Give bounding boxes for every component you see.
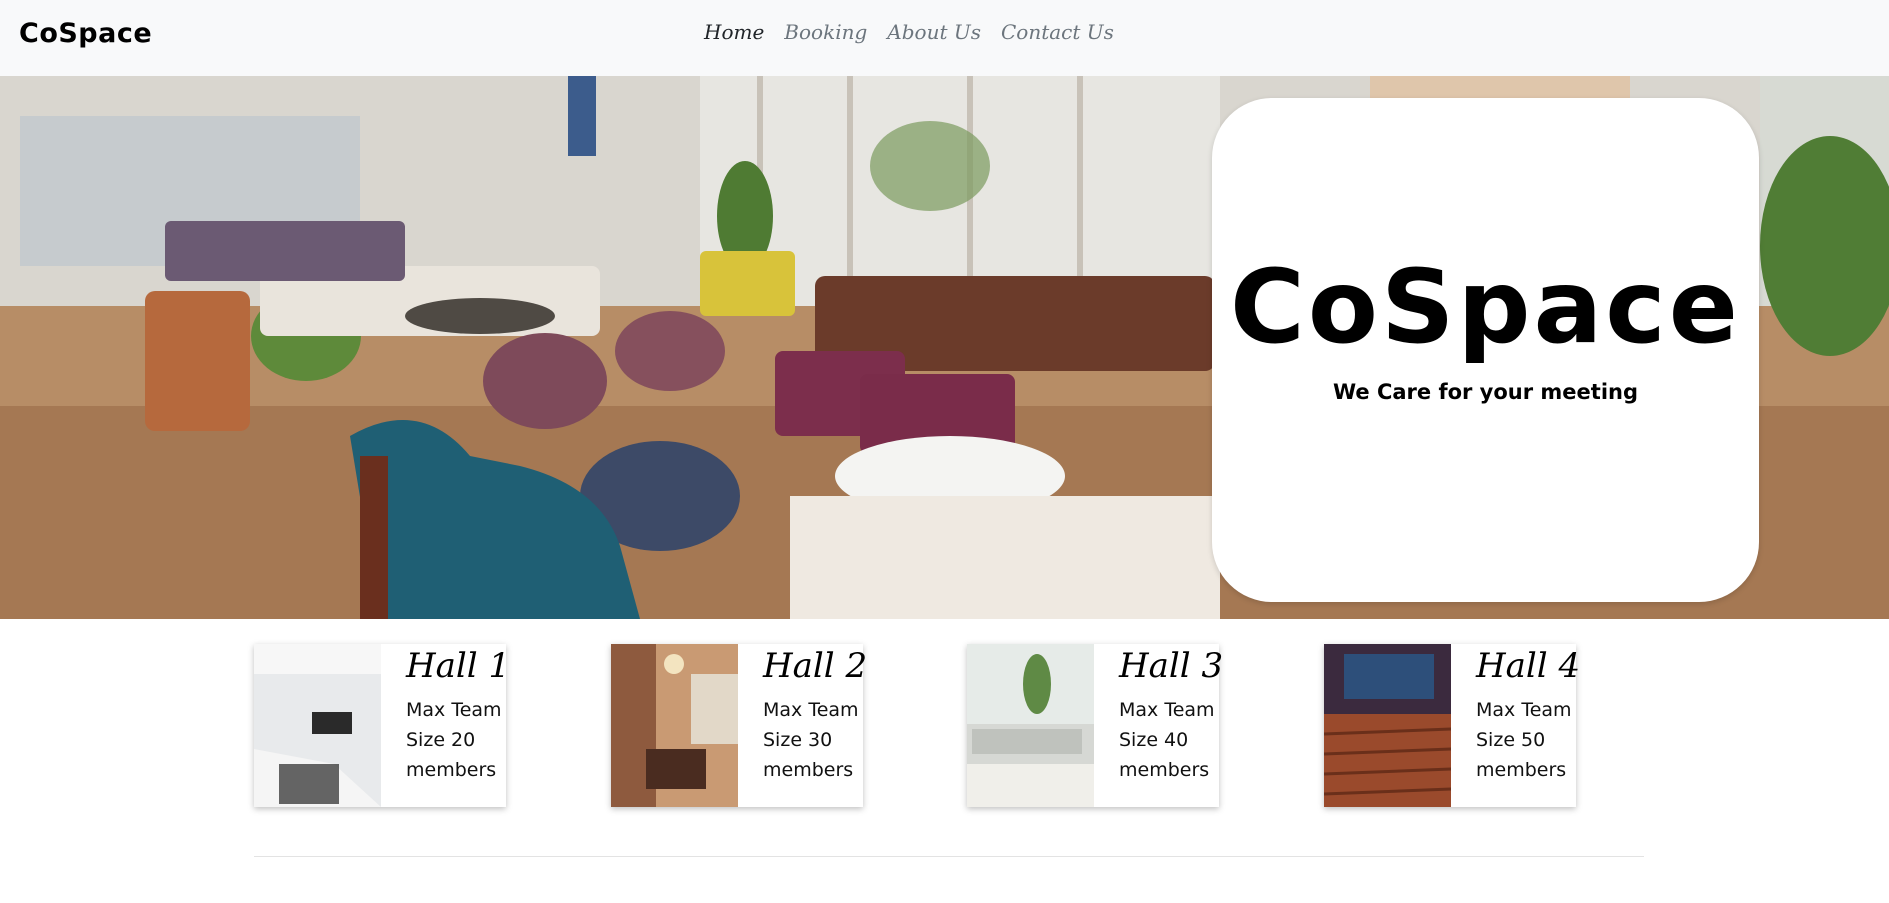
hero-logo-tagline: We Care for your meeting [1332, 380, 1638, 404]
hall-4-title: Hall 4 [1476, 646, 1581, 686]
main-nav: Home Booking About Us Contact Us [704, 20, 1114, 44]
logo-card: CoSpace We Care for your meeting [1212, 98, 1759, 602]
hall-card-2[interactable]: Hall 2 Max Team Size 30 members [611, 644, 867, 807]
nav-link-contact-us[interactable]: Contact Us [1001, 20, 1114, 44]
hall-1-image [254, 644, 381, 807]
section-divider [254, 856, 1644, 857]
hero-banner: CoSpace We Care for your meeting [0, 76, 1889, 619]
hall-card-1[interactable]: Hall 1 Max Team Size 20 members [254, 644, 510, 807]
brand-logo[interactable]: CoSpace [19, 18, 152, 49]
hall-1-title: Hall 1 [406, 646, 511, 686]
hall-2-image [611, 644, 738, 807]
hall-3-title: Hall 3 [1119, 646, 1224, 686]
hall-4-capacity: Max Team Size 50 members [1476, 699, 1572, 781]
nav-link-about-us[interactable]: About Us [887, 20, 981, 44]
hall-2-capacity: Max Team Size 30 members [763, 699, 859, 781]
hall-cards: Hall 1 Max Team Size 20 members Hall 2 M… [254, 644, 1644, 808]
hall-1-capacity: Max Team Size 20 members [406, 699, 502, 781]
hall-3-image [967, 644, 1094, 807]
hall-card-3[interactable]: Hall 3 Max Team Size 40 members [967, 644, 1223, 807]
hero-logo-title: CoSpace [1230, 248, 1741, 367]
hall-2-title: Hall 2 [763, 646, 868, 686]
nav-link-booking[interactable]: Booking [784, 20, 867, 44]
navbar: CoSpace Home Booking About Us Contact Us [0, 0, 1889, 76]
hall-3-capacity: Max Team Size 40 members [1119, 699, 1215, 781]
hall-card-4[interactable]: Hall 4 Max Team Size 50 members [1324, 644, 1580, 807]
nav-link-home[interactable]: Home [704, 20, 764, 44]
hall-4-image [1324, 644, 1451, 807]
